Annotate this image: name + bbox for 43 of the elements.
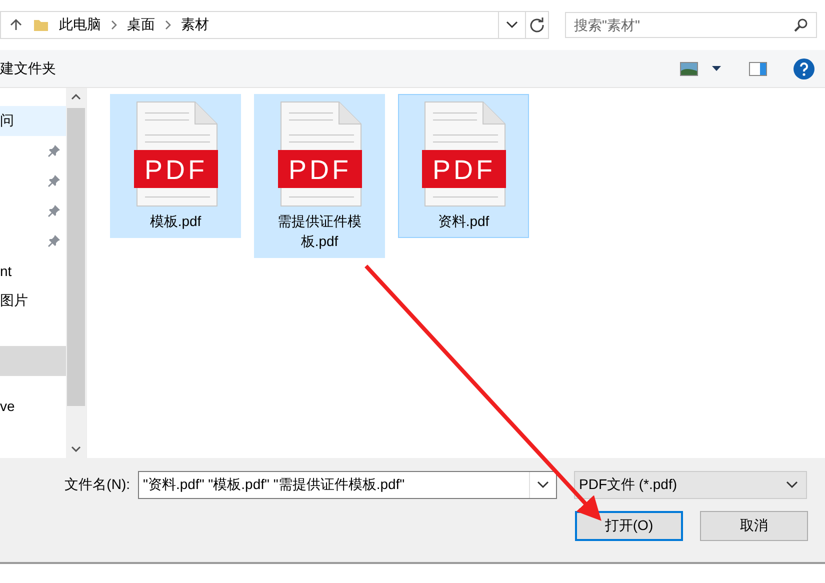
search-icon	[794, 18, 808, 32]
pin-icon[interactable]	[48, 175, 60, 187]
help-icon[interactable]	[793, 58, 815, 80]
caret-icon[interactable]	[712, 66, 721, 71]
pin-icon[interactable]	[48, 145, 60, 157]
scroll-down-icon[interactable]	[71, 446, 81, 452]
sidebar-item[interactable]: 问	[0, 106, 66, 136]
view-options-icon[interactable]	[680, 62, 698, 76]
up-arrow-icon[interactable]	[9, 18, 23, 32]
chevron-down-icon	[506, 21, 518, 29]
chevron-right-icon	[111, 20, 117, 30]
filename-field[interactable]: "资料.pdf" "模板.pdf" "需提供证件模板.pdf"	[138, 471, 557, 499]
sidebar-item[interactable]: ve	[0, 391, 66, 421]
pdf-file-icon: PDF	[422, 101, 506, 207]
chevron-down-icon	[786, 481, 798, 489]
chevron-right-icon	[165, 20, 171, 30]
chevron-down-icon	[537, 481, 549, 489]
sidebar-item[interactable]: 图片	[0, 286, 66, 316]
file-item[interactable]: PDF 资料.pdf	[398, 94, 529, 238]
address-bar[interactable]: 此电脑 桌面 素材	[0, 11, 526, 39]
refresh-button[interactable]	[526, 11, 549, 39]
search-field[interactable]: 搜索"素材"	[565, 12, 817, 38]
refresh-icon	[529, 17, 545, 33]
breadcrumb[interactable]: 桌面	[127, 16, 155, 34]
preview-pane-icon[interactable]	[749, 62, 767, 76]
file-item[interactable]: PDF 模板.pdf	[110, 94, 241, 238]
new-folder-button[interactable]: 建文件夹	[0, 60, 56, 78]
file-item[interactable]: PDF 需提供证件模板.pdf	[254, 94, 385, 258]
breadcrumb[interactable]: 此电脑	[59, 16, 101, 34]
dialog-button[interactable]: 取消	[700, 511, 808, 541]
scroll-up-icon[interactable]	[71, 94, 81, 100]
pdf-file-icon: PDF	[278, 101, 362, 207]
dialog-button[interactable]: 打开(O)	[575, 511, 683, 541]
folder-icon	[33, 18, 49, 32]
scrollbar[interactable]	[66, 88, 86, 458]
breadcrumb[interactable]: 素材	[181, 16, 209, 34]
scrollbar-thumb[interactable]	[67, 108, 85, 406]
sidebar-item[interactable]: nt	[0, 256, 66, 286]
pin-icon[interactable]	[48, 205, 60, 217]
pdf-file-icon: PDF	[134, 101, 218, 207]
pin-icon[interactable]	[48, 235, 60, 247]
filename-label: 文件名(N):	[64, 476, 131, 494]
file-type-dropdown[interactable]: PDF文件 (*.pdf)	[574, 471, 807, 499]
